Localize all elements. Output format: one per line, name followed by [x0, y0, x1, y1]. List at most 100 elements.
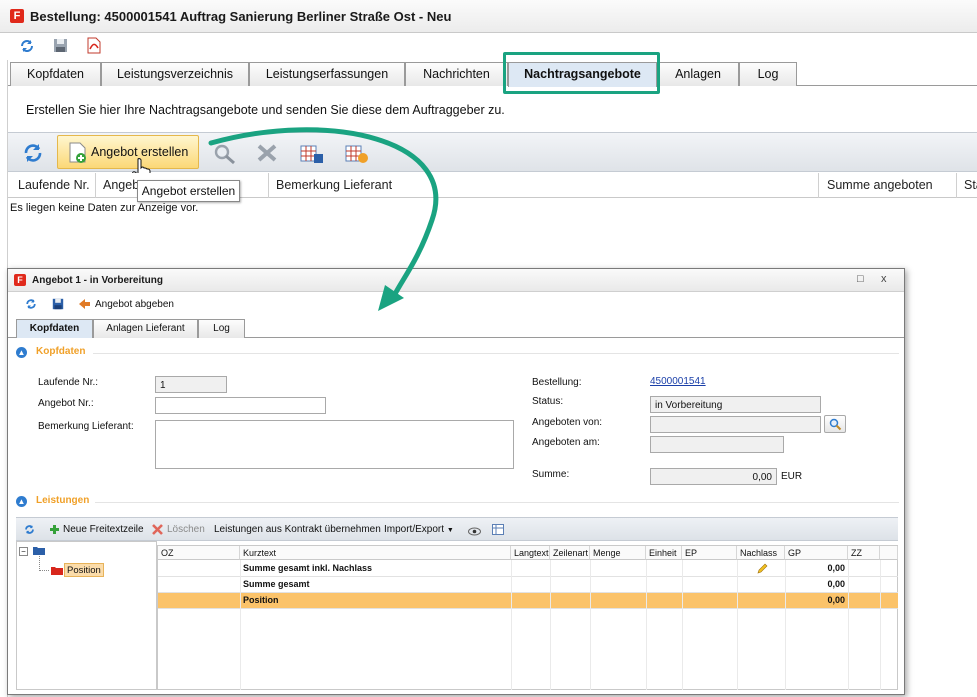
tab-leistungsverzeichnis[interactable]: Leistungsverzeichnis	[101, 62, 249, 86]
tab-anlagen-lieferant[interactable]: Anlagen Lieferant	[93, 319, 198, 338]
col-zz[interactable]: ZZ	[848, 546, 880, 560]
refresh-icon[interactable]	[24, 524, 35, 538]
tab-anlagen[interactable]: Anlagen	[657, 62, 739, 86]
column-line	[785, 560, 786, 690]
search-icon[interactable]	[213, 143, 237, 168]
column-divider	[95, 173, 96, 198]
bestellung-link[interactable]: 4500001541	[650, 376, 706, 387]
export-icon[interactable]	[300, 144, 324, 167]
import-export-menu[interactable]: Import/Export ▼	[384, 524, 454, 535]
folder-icon	[50, 565, 64, 579]
title-bar: F Bestellung: 4500001541 Auftrag Sanieru…	[0, 0, 977, 33]
column-line	[240, 560, 241, 690]
send-icon[interactable]	[78, 298, 91, 313]
columns-icon[interactable]	[492, 524, 504, 538]
leistungen-grid: OZ Kurztext Langtext Zeilenart Menge Ein…	[157, 545, 898, 690]
tab-nachtragsangebote[interactable]: Nachtragsangebote	[508, 62, 657, 87]
summe-field: 0,00	[650, 468, 777, 485]
column-line	[511, 560, 512, 690]
angebot-abgeben-button[interactable]: Angebot abgeben	[95, 299, 174, 310]
angebot-nr-input[interactable]	[155, 397, 326, 414]
delete-icon[interactable]	[256, 143, 278, 166]
col-summe-angeboten[interactable]: Summe angeboten	[827, 178, 933, 192]
laufende-nr-field[interactable]: 1	[155, 376, 227, 393]
column-line	[737, 560, 738, 690]
col-spacer	[880, 546, 898, 560]
col-menge[interactable]: Menge	[590, 546, 646, 560]
col-bemerkung[interactable]: Bemerkung Lieferant	[276, 178, 392, 192]
status-label: Status:	[532, 396, 564, 407]
window-title: Bestellung: 4500001541 Auftrag Sanierung…	[30, 9, 452, 24]
tab-nachrichten[interactable]: Nachrichten	[405, 62, 508, 86]
dialog-title: Angebot 1 - in Vorbereitung	[32, 275, 163, 286]
save-icon[interactable]	[52, 298, 64, 313]
bemerkung-label: Bemerkung Lieferant:	[38, 421, 134, 432]
section-divider	[93, 353, 899, 354]
table-row-selected[interactable]: Position 0,00	[158, 593, 898, 609]
search-button[interactable]	[824, 415, 846, 433]
close-button[interactable]: x	[881, 273, 887, 285]
tab-leistungserfassungen[interactable]: Leistungserfassungen	[249, 62, 405, 86]
pdf-icon[interactable]	[86, 37, 102, 57]
tab-log[interactable]: Log	[198, 319, 245, 338]
add-icon	[49, 524, 60, 538]
collapse-node-icon[interactable]: −	[19, 547, 28, 556]
column-divider	[956, 173, 957, 198]
col-kurztext[interactable]: Kurztext	[240, 546, 511, 560]
pencil-icon[interactable]	[757, 563, 768, 577]
excel-icon[interactable]	[345, 144, 369, 167]
maximize-button[interactable]: □	[857, 273, 864, 285]
column-divider	[268, 173, 269, 198]
laufende-nr-label: Laufende Nr.:	[38, 377, 99, 388]
main-toolbar	[0, 33, 977, 60]
tab-kopfdaten[interactable]: Kopfdaten	[16, 319, 93, 338]
column-line	[550, 560, 551, 690]
row-gp: 0,00	[827, 579, 845, 589]
collapse-icon[interactable]: ▲	[16, 347, 27, 358]
table-row[interactable]: Summe gesamt inkl. Nachlass 0,00	[158, 561, 898, 577]
position-tree: − Position	[16, 541, 157, 690]
chevron-down-icon: ▼	[446, 527, 454, 534]
save-icon[interactable]	[53, 38, 68, 56]
view-icon[interactable]	[468, 525, 481, 539]
dialog-tab-strip: Kopfdaten Anlagen Lieferant Log	[8, 318, 904, 338]
leistungen-toolbar: Neue Freitextzeile Löschen Leistungen au…	[16, 517, 898, 541]
summe-label: Summe:	[532, 469, 570, 480]
angebot-dialog: F Angebot 1 - in Vorbereitung □ x Angebo…	[7, 268, 905, 695]
delete-icon	[152, 524, 163, 538]
refresh-icon[interactable]	[25, 298, 37, 313]
tab-log[interactable]: Log	[739, 62, 797, 86]
refresh-icon[interactable]	[22, 142, 44, 167]
row-gp: 0,00	[827, 595, 845, 605]
tree-node-position[interactable]: Position	[64, 563, 104, 577]
bemerkung-textarea[interactable]	[155, 420, 514, 469]
col-status[interactable]: Sta	[964, 178, 977, 192]
col-zeilenart[interactable]: Zeilenart	[550, 546, 590, 560]
loeschen-button[interactable]: Löschen	[167, 524, 205, 535]
currency-label: EUR	[781, 471, 803, 482]
angeboten-am-label: Angeboten am:	[532, 437, 600, 448]
tab-kopfdaten[interactable]: Kopfdaten	[10, 62, 101, 86]
refresh-icon[interactable]	[19, 38, 35, 57]
column-line	[848, 560, 849, 690]
neue-freitextzeile-button[interactable]: Neue Freitextzeile	[63, 524, 144, 535]
angebot-erstellen-button[interactable]: Angebot erstellen	[57, 135, 199, 169]
status-field: in Vorbereitung	[650, 396, 821, 413]
col-gp[interactable]: GP	[785, 546, 848, 560]
col-oz[interactable]: OZ	[158, 546, 240, 560]
angebot-nr-label: Angebot Nr.:	[38, 398, 94, 409]
table-row[interactable]: Summe gesamt 0,00	[158, 577, 898, 593]
col-laufende-nr[interactable]: Laufende Nr.	[18, 178, 90, 192]
section-divider	[95, 502, 899, 503]
col-ep[interactable]: EP	[682, 546, 737, 560]
collapse-icon[interactable]: ▲	[16, 496, 27, 507]
leistungen-section-title: Leistungen	[36, 495, 90, 506]
row-kurztext: Summe gesamt	[243, 579, 310, 589]
kopfdaten-section-title: Kopfdaten	[36, 346, 86, 357]
col-einheit[interactable]: Einheit	[646, 546, 682, 560]
angeboten-am-field	[650, 436, 784, 453]
col-nachlass[interactable]: Nachlass	[737, 546, 785, 560]
leistungen-uebernehmen-button[interactable]: Leistungen aus Kontrakt übernehmen	[214, 524, 381, 535]
column-line	[880, 560, 881, 690]
col-langtext[interactable]: Langtext	[511, 546, 550, 560]
